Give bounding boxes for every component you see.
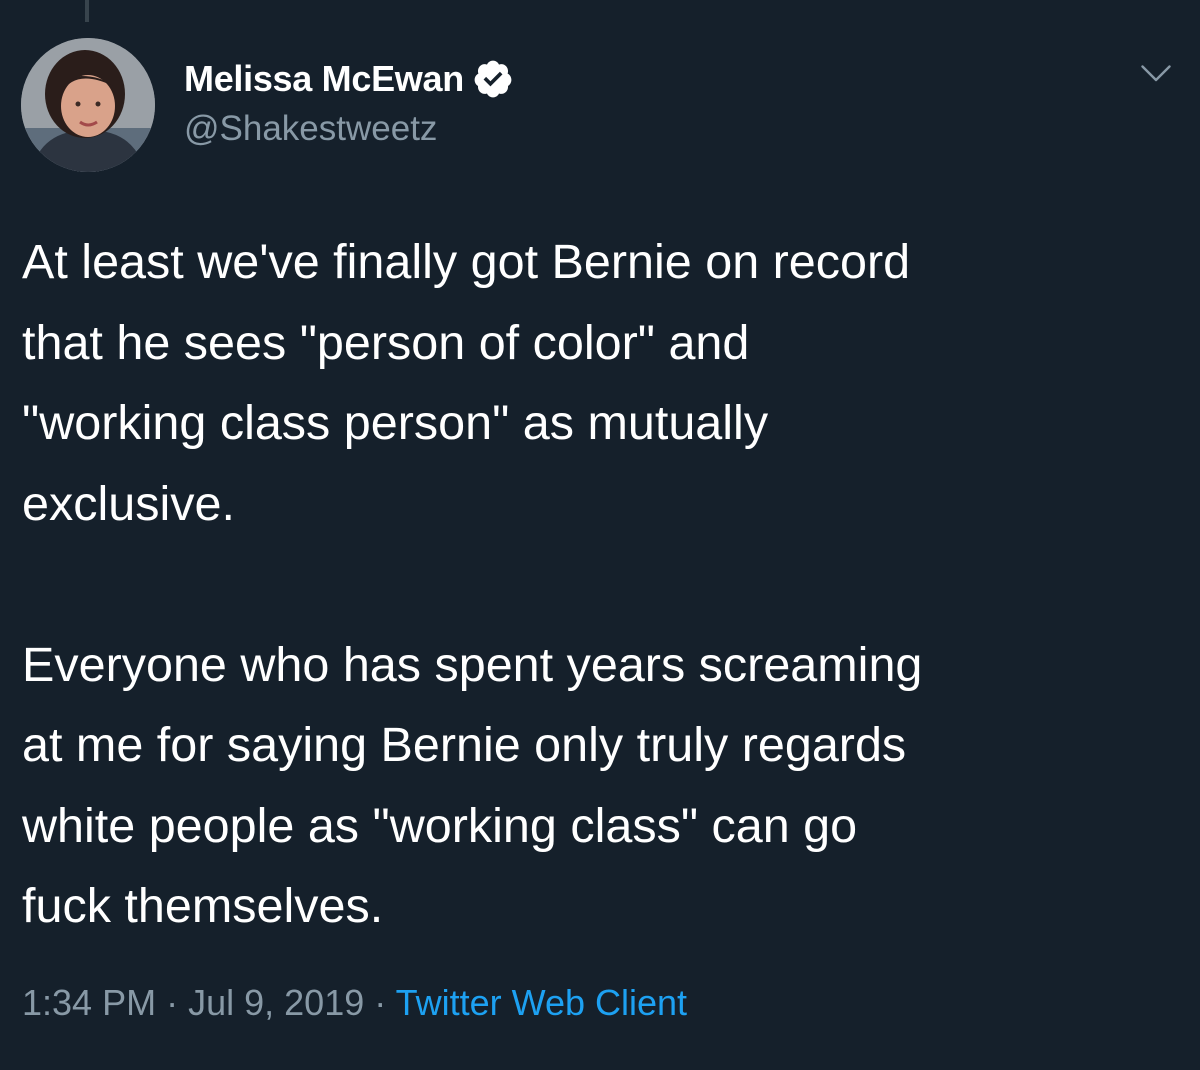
separator-dot: · [166,982,179,1023]
tweet-time[interactable]: 1:34 PM [22,982,156,1023]
tweet-metadata: 1:34 PM · Jul 9, 2019 · Twitter Web Clie… [22,982,687,1024]
tweet-source-client-link[interactable]: Twitter Web Client [396,982,687,1023]
tweet-text: At least we've finally got Bernie on rec… [22,222,1182,947]
thread-connector-line [85,0,89,22]
separator-dot: · [374,982,387,1023]
verified-badge-icon [474,60,512,98]
author-display-name[interactable]: Melissa McEwan [184,58,464,100]
author-name-row[interactable]: Melissa McEwan [184,56,514,102]
author-handle[interactable]: @Shakestweetz [184,109,437,149]
avatar[interactable] [21,38,155,172]
chevron-down-icon[interactable] [1138,56,1174,92]
tweet-paragraph: At least we've finally got Bernie on rec… [22,235,911,531]
tweet-date[interactable]: Jul 9, 2019 [188,982,364,1023]
tweet-paragraph: Everyone who has spent years screaming a… [22,637,923,934]
